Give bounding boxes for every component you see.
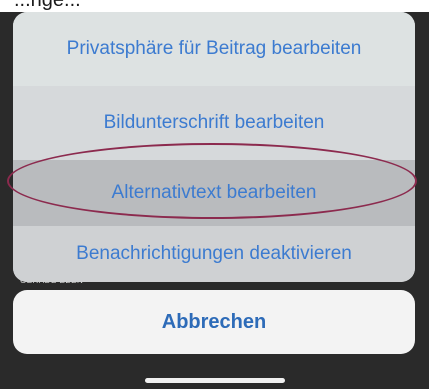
edit-alt-text-button[interactable]: Alternativtext bearbeiten	[13, 160, 415, 226]
edit-caption-button[interactable]: Bildunterschrift bearbeiten	[13, 86, 415, 160]
top-strip: ...nge...	[0, 0, 429, 12]
home-indicator	[145, 378, 285, 383]
action-sheet: Privatsphäre für Beitrag bearbeiten Bild…	[13, 12, 415, 282]
disable-notifications-button[interactable]: Benachrichtigungen deaktivieren	[13, 226, 415, 282]
cropped-heading-fragment: ...nge...	[14, 0, 81, 11]
screen: ...nge... GERADE EBEN Privatsphäre für B…	[0, 0, 429, 389]
edit-post-privacy-button[interactable]: Privatsphäre für Beitrag bearbeiten	[13, 12, 415, 86]
cancel-button[interactable]: Abbrechen	[13, 290, 415, 354]
